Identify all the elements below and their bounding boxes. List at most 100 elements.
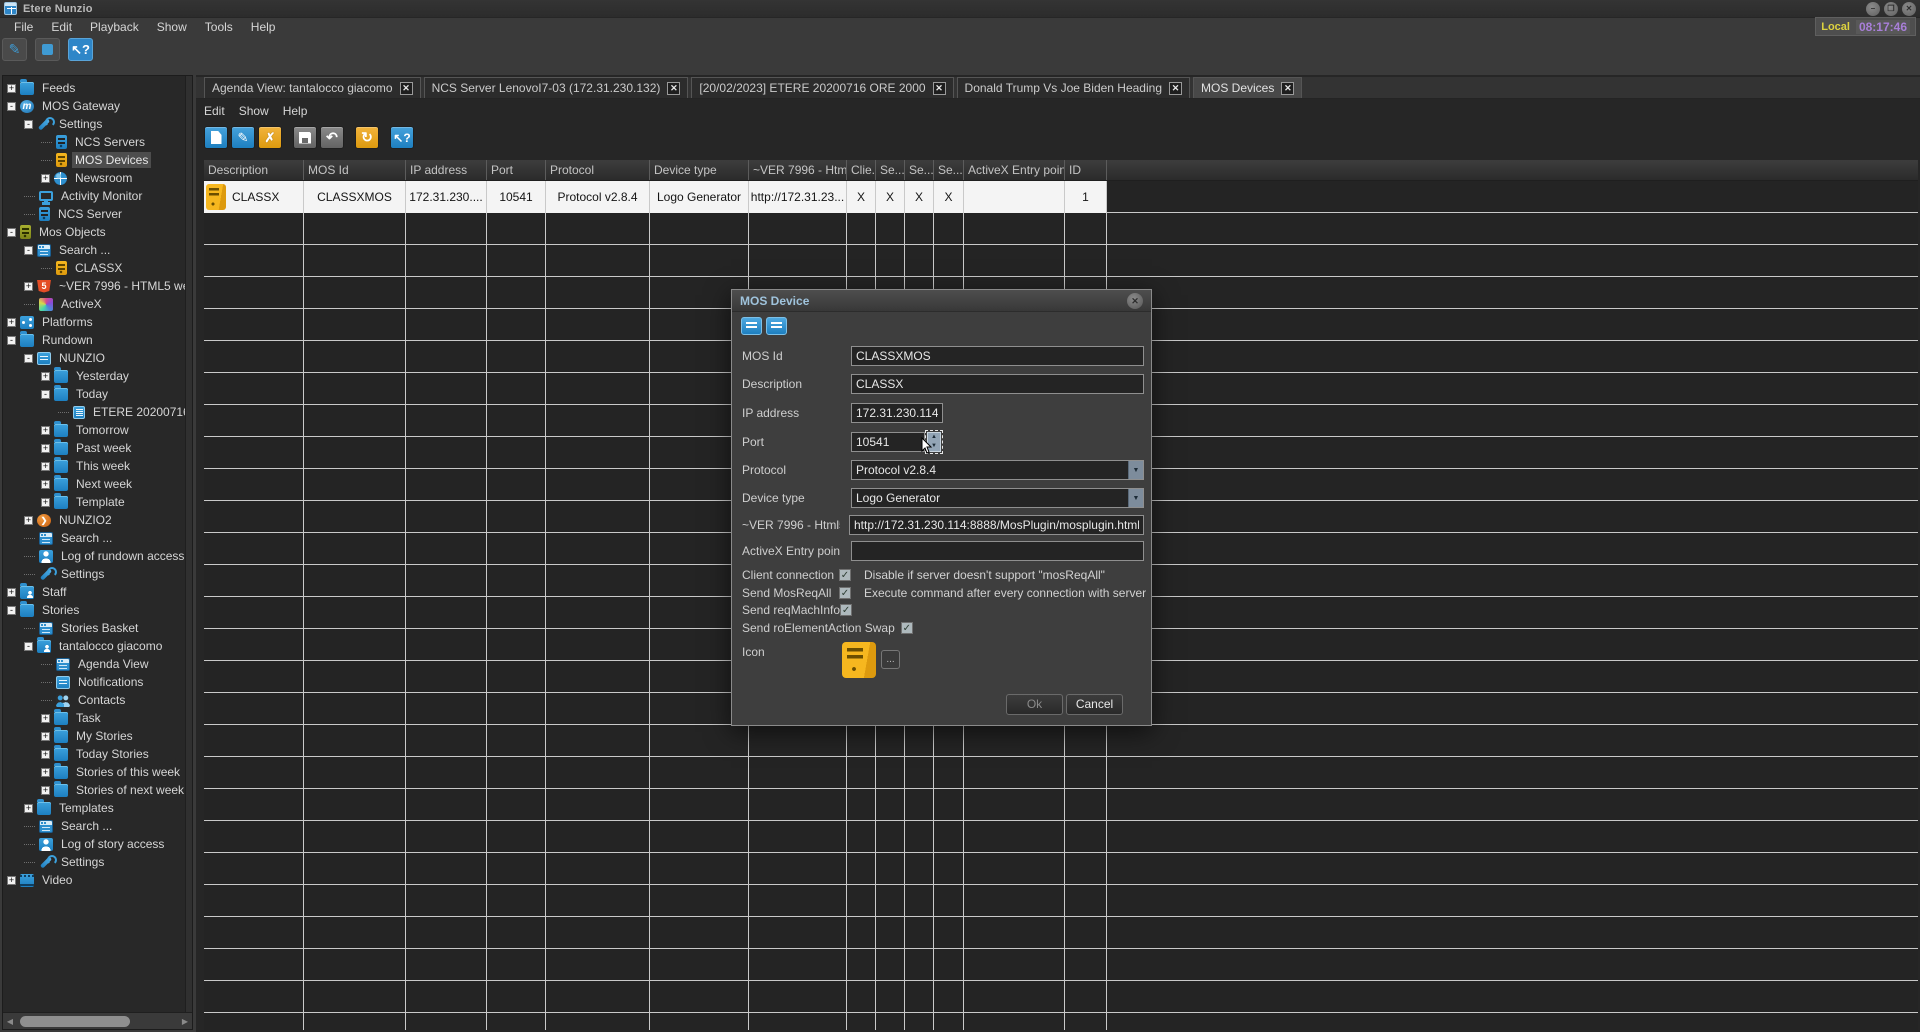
column-header-id[interactable]: ID [1065,160,1107,180]
sidebar-item-task[interactable]: +Task [3,709,186,727]
close-button[interactable]: ✕ [1902,2,1916,16]
expand-icon[interactable]: + [41,444,50,453]
expand-icon[interactable]: + [24,282,33,291]
sidebar-item-nunzio[interactable]: -NUNZIO [3,349,186,367]
expand-icon[interactable]: + [41,480,50,489]
expand-icon[interactable]: + [7,588,16,597]
scroll-right-icon[interactable]: ▶ [178,1017,192,1026]
device-type-select[interactable]: Logo Generator ▼ [851,488,1144,508]
sidebar-item-log-of-rundown-access[interactable]: Log of rundown access [3,547,186,565]
sidebar-item-activity-monitor[interactable]: Activity Monitor [3,187,186,205]
expand-icon[interactable]: + [7,318,16,327]
help-icon[interactable] [766,317,787,335]
table-row[interactable]: CLASSXCLASSXMOS172.31.230....10541Protoc… [204,181,1107,213]
column-header-protocol[interactable]: Protocol [546,160,650,180]
tab-ncs-server-lenovoi7-03-172-31-230-132[interactable]: NCS Server LenovoI7-03 (172.31.230.132)✕ [424,77,689,98]
edit-device-button[interactable]: ✎ [231,126,255,149]
tab-donald-trump-vs-joe-biden-heading[interactable]: Donald Trump Vs Joe Biden Heading✕ [957,77,1190,98]
tab-20-02-2023-etere-20200716-ore-2000[interactable]: [20/02/2023] ETERE 20200716 ORE 2000✕ [691,77,953,98]
sidebar-item-settings[interactable]: -Settings [3,115,186,133]
sidebar-item-newsroom[interactable]: +Newsroom [3,169,186,187]
scroll-left-icon[interactable]: ◀ [3,1017,17,1026]
collapse-icon[interactable]: - [7,606,16,615]
sidebar-item-platforms[interactable]: +Platforms [3,313,186,331]
sidebar-item-stories-of-next-week[interactable]: +Stories of next week [3,781,186,799]
sidebar-item-staff[interactable]: +Staff [3,583,186,601]
collapse-icon[interactable]: - [7,102,16,111]
sidebar-item-video[interactable]: +Video [3,871,186,889]
sidebar-item-stories[interactable]: -Stories [3,601,186,619]
tab-close-icon[interactable]: ✕ [933,82,946,95]
sidebar-item-log-of-story-access[interactable]: Log of story access [3,835,186,853]
sidebar-item-this-week[interactable]: +This week [3,457,186,475]
menu-show[interactable]: Show [149,20,195,34]
column-header-se[interactable]: Se... [876,160,905,180]
sidebar-item-tantalocco-giacomo[interactable]: -tantalocco giacomo [3,637,186,655]
sidebar-item-stories-basket[interactable]: Stories Basket [3,619,186,637]
sidebar-item-etere-20200716-o[interactable]: ETERE 20200716 O [3,403,186,421]
expand-icon[interactable]: + [41,426,50,435]
sidebar-item-yesterday[interactable]: +Yesterday [3,367,186,385]
panel-button[interactable] [35,38,60,61]
sidebar-item-search[interactable]: Search ... [3,817,186,835]
port-input[interactable] [851,432,925,452]
context-help-button[interactable]: ↖? [68,38,93,61]
icon-browse-button[interactable]: ... [881,650,900,669]
tab-close-icon[interactable]: ✕ [400,82,413,95]
mos-id-input[interactable] [851,346,1144,366]
column-header-se[interactable]: Se... [934,160,964,180]
dialog-close-icon[interactable]: ✕ [1127,293,1143,309]
tab-close-icon[interactable]: ✕ [667,82,680,95]
collapse-icon[interactable]: - [7,228,16,237]
sidebar-item-contacts[interactable]: Contacts [3,691,186,709]
expand-icon[interactable]: + [7,876,16,885]
ok-button[interactable]: Ok [1006,694,1063,715]
sidebar-item-past-week[interactable]: +Past week [3,439,186,457]
column-header-port[interactable]: Port [487,160,546,180]
sidebar-item-today-stories[interactable]: +Today Stories [3,745,186,763]
collapse-icon[interactable]: - [24,246,33,255]
expand-icon[interactable]: + [7,84,16,93]
sidebar-item-settings[interactable]: Settings [3,853,186,871]
tab-mos-devices[interactable]: MOS Devices✕ [1193,77,1302,98]
expand-icon[interactable]: + [41,174,50,183]
view-menu-show[interactable]: Show [239,102,279,120]
chevron-down-icon[interactable]: ▼ [1128,489,1143,507]
collapse-icon[interactable]: - [24,642,33,651]
dialog-title-bar[interactable]: MOS Device ✕ [732,290,1151,312]
tab-agenda-view-tantalocco-giacomo[interactable]: Agenda View: tantalocco giacomo✕ [204,77,421,98]
tab-close-icon[interactable]: ✕ [1169,82,1182,95]
sidebar-item-search[interactable]: Search ... [3,529,186,547]
expand-icon[interactable]: + [41,732,50,741]
expand-icon[interactable]: + [41,768,50,777]
sidebar-item-mos-gateway[interactable]: -MOS Gateway [3,97,186,115]
checked-checkbox-icon[interactable]: ✓ [840,604,852,616]
expand-icon[interactable]: + [41,750,50,759]
sidebar-item-today[interactable]: -Today [3,385,186,403]
activex-entry-input[interactable] [851,541,1144,561]
menu-help[interactable]: Help [243,20,284,34]
restore-button[interactable]: ❐ [1884,2,1898,16]
refresh-button[interactable]: ↻ [355,126,379,149]
sidebar-item-ver-7996-html5-web-m[interactable]: +~VER 7996 - HTML5 web M [3,277,186,295]
sidebar-item-stories-of-this-week[interactable]: +Stories of this week [3,763,186,781]
sidebar-vertical-scrollbar[interactable] [185,76,192,1029]
checked-checkbox-icon[interactable]: ✓ [839,587,851,599]
sidebar-item-ncs-servers[interactable]: NCS Servers [3,133,186,151]
new-document-button[interactable] [204,126,228,149]
sidebar-item-mos-objects[interactable]: -Mos Objects [3,223,186,241]
checked-checkbox-icon[interactable]: ✓ [839,569,851,581]
column-header-description[interactable]: Description [204,160,304,180]
sidebar-item-activex[interactable]: ActiveX [3,295,186,313]
sidebar-item-nunzio2[interactable]: +NUNZIO2 [3,511,186,529]
collapse-icon[interactable]: - [41,390,50,399]
sidebar-item-template[interactable]: +Template [3,493,186,511]
column-header-activex-entry-point[interactable]: ActiveX Entry point [964,160,1065,180]
device-list-icon[interactable] [741,317,762,335]
column-header-clie[interactable]: Clie... [847,160,876,180]
scrollbar-thumb[interactable] [20,1016,130,1027]
collapse-icon[interactable]: - [7,336,16,345]
ip-input[interactable] [851,403,943,423]
menu-tools[interactable]: Tools [197,20,241,34]
sidebar-item-my-stories[interactable]: +My Stories [3,727,186,745]
